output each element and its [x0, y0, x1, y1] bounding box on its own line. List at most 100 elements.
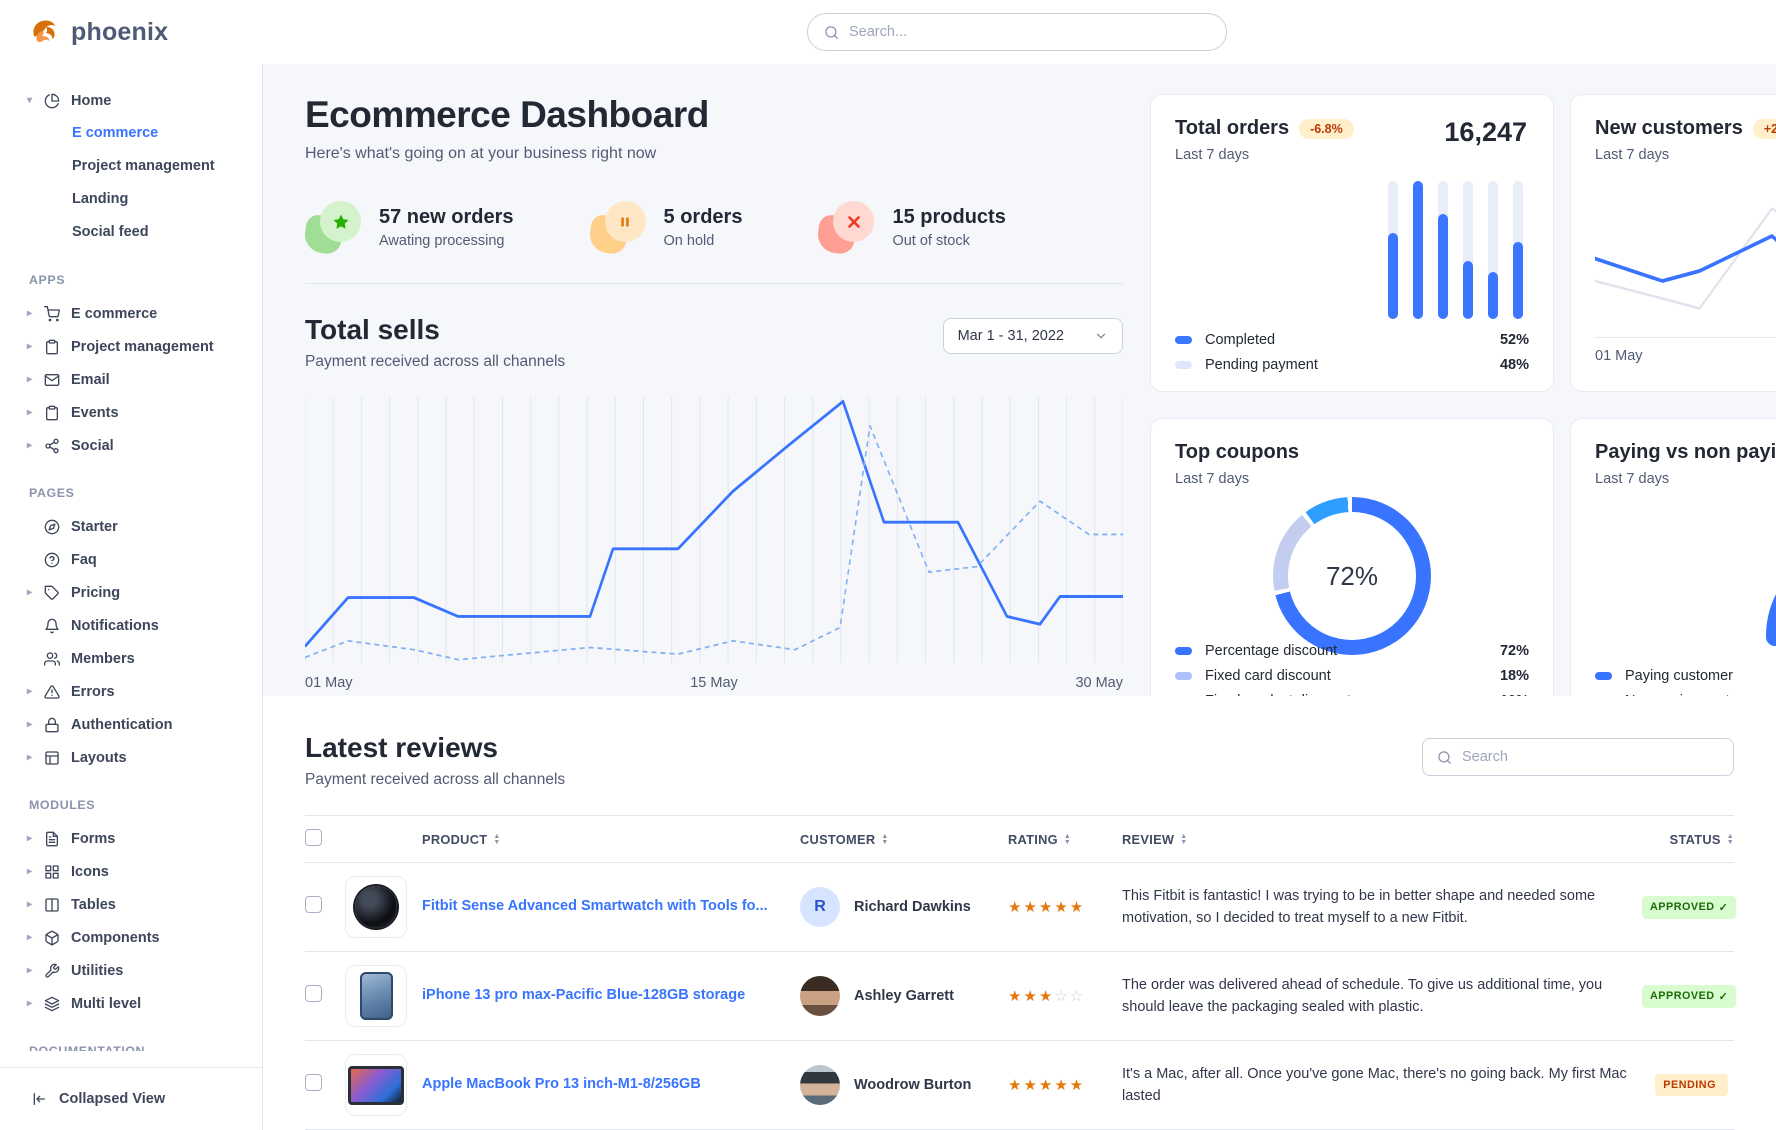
chevron-right-icon[interactable]: ▸: [27, 407, 44, 418]
column-header-status[interactable]: STATUS: [1642, 816, 1734, 863]
row-checkbox[interactable]: [305, 1074, 322, 1091]
chevron-right-icon[interactable]: ▸: [27, 374, 44, 385]
sidebar-item[interactable]: ▸ E commerce: [0, 297, 262, 330]
product-link[interactable]: Fitbit Sense Advanced Smartwatch with To…: [422, 898, 768, 914]
chevron-right-icon[interactable]: ▸: [27, 686, 44, 697]
stats-row: 57 new orders Awating processing 5 or: [305, 201, 1123, 284]
chevron-right-icon[interactable]: ▸: [27, 719, 44, 730]
column-header[interactable]: CUSTOMER: [800, 816, 1008, 863]
chevron-right-icon[interactable]: ▸: [27, 587, 44, 598]
total-sells-header: Total sells Payment received across all …: [305, 314, 1123, 371]
chevron-right-icon[interactable]: ▸: [27, 965, 44, 976]
row-checkbox[interactable]: [305, 985, 322, 1002]
sort-icon[interactable]: [881, 834, 888, 846]
status-badge: APPROVED✓: [1642, 896, 1736, 919]
legend-label: Completed: [1205, 332, 1275, 348]
avatar[interactable]: R: [800, 887, 840, 927]
date-range-select[interactable]: Mar 1 - 31, 2022: [943, 318, 1123, 354]
sidebar-subitem[interactable]: Project management: [0, 150, 262, 183]
chevron-right-icon[interactable]: ▸: [27, 833, 44, 844]
mail-icon: [44, 372, 60, 388]
customer-name: Richard Dawkins: [854, 899, 971, 915]
chevron-right-icon[interactable]: ▸: [27, 932, 44, 943]
sidebar-item[interactable]: ▸ Layouts: [0, 741, 262, 774]
paying-gauge-chart: [1595, 497, 1776, 649]
sidebar-item[interactable]: ▸ Events: [0, 396, 262, 429]
legend-row: Completed 52%: [1175, 332, 1529, 348]
product-image[interactable]: [345, 1054, 407, 1116]
product-image[interactable]: [345, 965, 407, 1027]
sidebar-item[interactable]: ▸ Tables: [0, 888, 262, 921]
customer-cell: R Richard Dawkins: [800, 887, 1002, 927]
chevron-right-icon[interactable]: ▸: [27, 899, 44, 910]
legend-swatch: [1175, 336, 1192, 344]
new-customers-card: New customers +26.5% Last 7 days 01 May: [1570, 94, 1776, 392]
total-sells-chart: [305, 397, 1123, 663]
reviews-search[interactable]: [1422, 738, 1734, 776]
sidebar-nav: ▾ Home E commerce Project management Lan…: [0, 84, 262, 1051]
sidebar-item[interactable]: ▸ Authentication: [0, 708, 262, 741]
paying-title: Paying vs non paying: [1595, 441, 1776, 464]
product-image[interactable]: [345, 876, 407, 938]
chevron-right-icon[interactable]: ▸: [27, 440, 44, 451]
avatar[interactable]: [800, 1065, 840, 1105]
sidebar-subitem[interactable]: E commerce: [0, 117, 262, 150]
sort-icon[interactable]: [1064, 834, 1071, 846]
sidebar-item-label: Tables: [71, 897, 116, 913]
sidebar-item[interactable]: ▸ Email: [0, 363, 262, 396]
chevron-right-icon[interactable]: ▸: [27, 752, 44, 763]
column-header[interactable]: REVIEW: [1122, 816, 1642, 863]
sidebar-item[interactable]: ▸ Components: [0, 921, 262, 954]
sidebar-subitem[interactable]: Landing: [0, 183, 262, 216]
reviews-table-header: PRODUCT CUSTOMER RATING REVIEW STATUS: [305, 816, 1734, 863]
chevron-down-icon[interactable]: ▾: [27, 95, 44, 106]
sidebar-item[interactable]: ▸ Errors: [0, 675, 262, 708]
reviews-search-input[interactable]: [1462, 749, 1719, 765]
sort-icon[interactable]: [493, 834, 500, 846]
review-text: This Fitbit is fantastic! I was trying t…: [1122, 885, 1636, 930]
phoenix-logo[interactable]: phoenix: [28, 15, 168, 49]
sidebar-item[interactable]: ▸ Project management: [0, 330, 262, 363]
sidebar-item-label: Errors: [71, 684, 115, 700]
new-customers-title: New customers: [1595, 117, 1743, 140]
sidebar-item[interactable]: Members: [0, 642, 262, 675]
product-link[interactable]: iPhone 13 pro max-Pacific Blue-128GB sto…: [422, 987, 745, 1003]
sidebar-item[interactable]: ▸ Multi level: [0, 987, 262, 1020]
legend-swatch: [1175, 647, 1192, 655]
legend-row: Fixed card discount 18%: [1175, 668, 1529, 684]
collapse-sidebar-button[interactable]: Collapsed View: [0, 1068, 262, 1130]
total-sells-chart-svg: [305, 397, 1123, 663]
sidebar-item[interactable]: ▸ Utilities: [0, 954, 262, 987]
column-header[interactable]: RATING: [1008, 816, 1122, 863]
cart-icon: [44, 306, 60, 322]
global-search[interactable]: [807, 13, 1227, 51]
sidebar-item[interactable]: ▸ Icons: [0, 855, 262, 888]
sort-icon[interactable]: [1180, 834, 1187, 846]
chevron-right-icon[interactable]: ▸: [27, 341, 44, 352]
global-search-input[interactable]: [849, 24, 1210, 40]
sidebar-item-label: Layouts: [71, 750, 127, 766]
sidebar-subitem[interactable]: Social feed: [0, 216, 262, 249]
column-header[interactable]: PRODUCT: [422, 816, 800, 863]
sidebar-item[interactable]: Notifications: [0, 609, 262, 642]
paying-period: Last 7 days: [1595, 471, 1776, 487]
chevron-right-icon[interactable]: ▸: [27, 866, 44, 877]
sidebar-item[interactable]: ▸ Pricing: [0, 576, 262, 609]
tag-icon: [44, 585, 60, 601]
product-link[interactable]: Apple MacBook Pro 13 inch-M1-8/256GB: [422, 1076, 701, 1092]
sidebar-item[interactable]: ▸ Forms: [0, 822, 262, 855]
sidebar-item[interactable]: Starter: [0, 510, 262, 543]
table-row: iPhone 13 pro max-Pacific Blue-128GB sto…: [305, 952, 1734, 1041]
check-icon: ✓: [1719, 990, 1729, 1003]
row-checkbox[interactable]: [305, 896, 322, 913]
latest-reviews-title: Latest reviews: [305, 732, 565, 764]
sidebar-item[interactable]: ▸ Social: [0, 429, 262, 462]
select-all-checkbox[interactable]: [305, 829, 322, 846]
new-customers-badge: +26.5%: [1753, 119, 1776, 139]
chevron-right-icon[interactable]: ▸: [27, 308, 44, 319]
sidebar-item[interactable]: Faq: [0, 543, 262, 576]
avatar[interactable]: [800, 976, 840, 1016]
chevron-right-icon[interactable]: ▸: [27, 998, 44, 1009]
sort-icon[interactable]: [1727, 834, 1734, 846]
sidebar-item-home[interactable]: ▾ Home: [0, 84, 262, 117]
